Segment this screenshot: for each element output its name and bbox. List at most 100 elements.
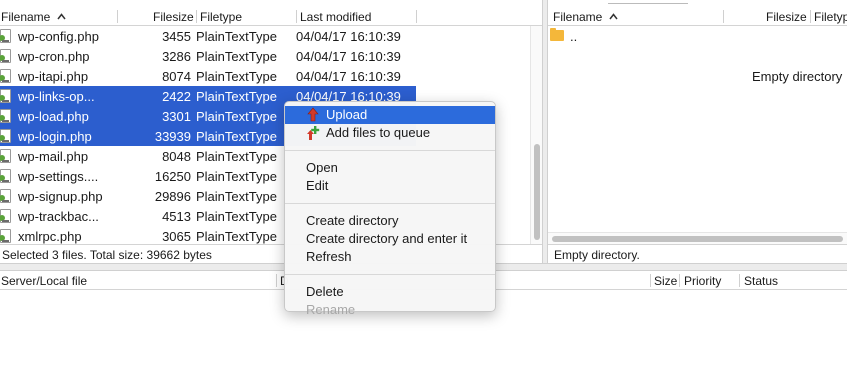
local-file-row[interactable]: wp-cron.php 3286 PlainTextType 04/04/17 16:… bbox=[0, 46, 530, 66]
menu-item-label: Add files to queue bbox=[326, 125, 431, 140]
column-separator[interactable] bbox=[416, 10, 417, 23]
local-row-name: wp-mail.php bbox=[18, 149, 89, 164]
menu-separator bbox=[285, 274, 495, 275]
menu-separator bbox=[285, 203, 495, 204]
folder-icon bbox=[550, 28, 564, 41]
menu-separator bbox=[285, 150, 495, 151]
local-row-size: 29896 bbox=[154, 189, 191, 204]
local-row-size: 3455 bbox=[162, 29, 191, 44]
local-row-modified: 04/04/17 16:10:39 bbox=[296, 49, 401, 64]
local-header-filetype[interactable]: Filetype bbox=[200, 10, 242, 24]
local-header-filesize[interactable]: Filesize bbox=[153, 10, 194, 24]
menu-item-label: Open bbox=[306, 160, 338, 175]
menu-item-open[interactable]: Open bbox=[285, 159, 495, 177]
php-file-icon bbox=[0, 169, 12, 184]
column-separator[interactable] bbox=[739, 274, 740, 287]
local-row-name: wp-links-op... bbox=[18, 89, 95, 104]
local-row-modified: 04/04/17 16:10:39 bbox=[296, 29, 401, 44]
column-separator[interactable] bbox=[296, 10, 297, 23]
remote-column-header: Filename Filesize Filetyp bbox=[548, 8, 847, 26]
add-to-queue-icon bbox=[306, 125, 320, 141]
local-file-row[interactable]: wp-itapi.php 8074 PlainTextType 04/04/17 16… bbox=[0, 66, 530, 86]
local-row-size: 3065 bbox=[162, 229, 191, 244]
column-separator[interactable] bbox=[723, 10, 724, 23]
remote-divider-line bbox=[608, 0, 688, 4]
menu-item-create-directory-and-enter-it[interactable]: Create directory and enter it bbox=[285, 230, 495, 248]
queue-header-priority[interactable]: Priority bbox=[684, 274, 721, 288]
sort-ascending-icon bbox=[57, 12, 66, 21]
menu-item-upload[interactable]: Upload bbox=[285, 106, 495, 124]
local-file-row[interactable]: wp-config.php 3455 PlainTextType 04/04/17 1… bbox=[0, 26, 530, 46]
local-scrollbar-thumb[interactable] bbox=[534, 144, 540, 240]
php-file-icon bbox=[0, 209, 12, 224]
queue-header-server-file[interactable]: Server/Local file bbox=[1, 274, 87, 288]
menu-item-label: Edit bbox=[306, 178, 329, 193]
menu-item-create-directory[interactable]: Create directory bbox=[285, 212, 495, 230]
php-file-icon bbox=[0, 49, 12, 64]
local-row-modified: 04/04/17 16:10:39 bbox=[296, 69, 401, 84]
local-column-header: Filename Filesize Filetype Last modified bbox=[0, 8, 542, 26]
menu-item-delete[interactable]: Delete bbox=[285, 283, 495, 301]
local-row-size: 4513 bbox=[162, 209, 191, 224]
remote-header-filename[interactable]: Filename bbox=[553, 10, 618, 24]
queue-header-size[interactable]: Size bbox=[654, 274, 677, 288]
remote-file-pane: Filename Filesize Filetyp .. Empty direc… bbox=[548, 0, 847, 263]
menu-item-rename: Rename bbox=[285, 301, 495, 319]
column-separator[interactable] bbox=[196, 10, 197, 23]
remote-row-name: .. bbox=[570, 29, 578, 44]
menu-item-label: Create directory bbox=[306, 213, 399, 228]
local-row-name: wp-login.php bbox=[18, 129, 92, 144]
column-separator[interactable] bbox=[679, 274, 680, 287]
local-row-size: 3301 bbox=[162, 109, 191, 124]
php-file-icon bbox=[0, 69, 12, 84]
local-row-name: wp-load.php bbox=[18, 109, 89, 124]
local-row-name: xmlrpc.php bbox=[18, 229, 82, 244]
remote-horizontal-scrollbar[interactable] bbox=[548, 232, 847, 244]
local-row-size: 2422 bbox=[162, 89, 191, 104]
php-file-icon bbox=[0, 229, 12, 244]
menu-item-label: Delete bbox=[306, 284, 344, 299]
context-menu: Upload Add files to queue Open Edit Create d… bbox=[284, 101, 496, 317]
local-row-type: PlainTextType bbox=[196, 169, 277, 184]
local-scrollbar[interactable] bbox=[530, 26, 542, 244]
menu-item-label: Rename bbox=[306, 302, 356, 317]
column-separator[interactable] bbox=[276, 274, 277, 287]
remote-horizontal-scrollbar-thumb[interactable] bbox=[552, 236, 843, 242]
sort-ascending-icon bbox=[609, 12, 618, 21]
local-row-size: 8048 bbox=[162, 149, 191, 164]
php-file-icon bbox=[0, 129, 12, 144]
column-separator[interactable] bbox=[650, 274, 651, 287]
local-row-size: 16250 bbox=[154, 169, 191, 184]
local-row-type: PlainTextType bbox=[196, 49, 277, 64]
php-file-icon bbox=[0, 29, 12, 44]
remote-row-parent-dir[interactable]: .. bbox=[548, 26, 847, 46]
local-row-type: PlainTextType bbox=[196, 89, 277, 104]
menu-item-edit[interactable]: Edit bbox=[285, 177, 495, 195]
php-file-icon bbox=[0, 89, 12, 104]
local-header-filename[interactable]: Filename bbox=[1, 10, 66, 24]
remote-header-filetype[interactable]: Filetyp bbox=[814, 10, 847, 24]
menu-item-add-files-to-queue[interactable]: Add files to queue bbox=[285, 124, 495, 142]
local-row-type: PlainTextType bbox=[196, 209, 277, 224]
remote-header-filesize[interactable]: Filesize bbox=[766, 10, 807, 24]
local-row-name: wp-itapi.php bbox=[18, 69, 89, 84]
local-row-type: PlainTextType bbox=[196, 189, 277, 204]
menu-item-label: Create directory and enter it bbox=[306, 231, 468, 246]
remote-empty-message: Empty directory bbox=[752, 69, 843, 84]
remote-status-bar: Empty directory. bbox=[548, 244, 847, 263]
php-file-icon bbox=[0, 109, 12, 124]
php-file-icon bbox=[0, 149, 12, 164]
local-row-type: PlainTextType bbox=[196, 229, 277, 244]
menu-item-label: Refresh bbox=[306, 249, 352, 264]
local-header-filename-label: Filename bbox=[1, 10, 51, 24]
column-separator[interactable] bbox=[810, 10, 811, 23]
local-row-size: 3286 bbox=[162, 49, 191, 64]
php-file-icon bbox=[0, 189, 12, 204]
menu-item-refresh[interactable]: Refresh bbox=[285, 248, 495, 266]
local-header-modified[interactable]: Last modified bbox=[300, 10, 371, 24]
local-row-type: PlainTextType bbox=[196, 69, 277, 84]
local-row-size: 33939 bbox=[154, 129, 191, 144]
upload-arrow-icon bbox=[306, 107, 320, 123]
column-separator[interactable] bbox=[117, 10, 118, 23]
queue-header-status[interactable]: Status bbox=[744, 274, 778, 288]
